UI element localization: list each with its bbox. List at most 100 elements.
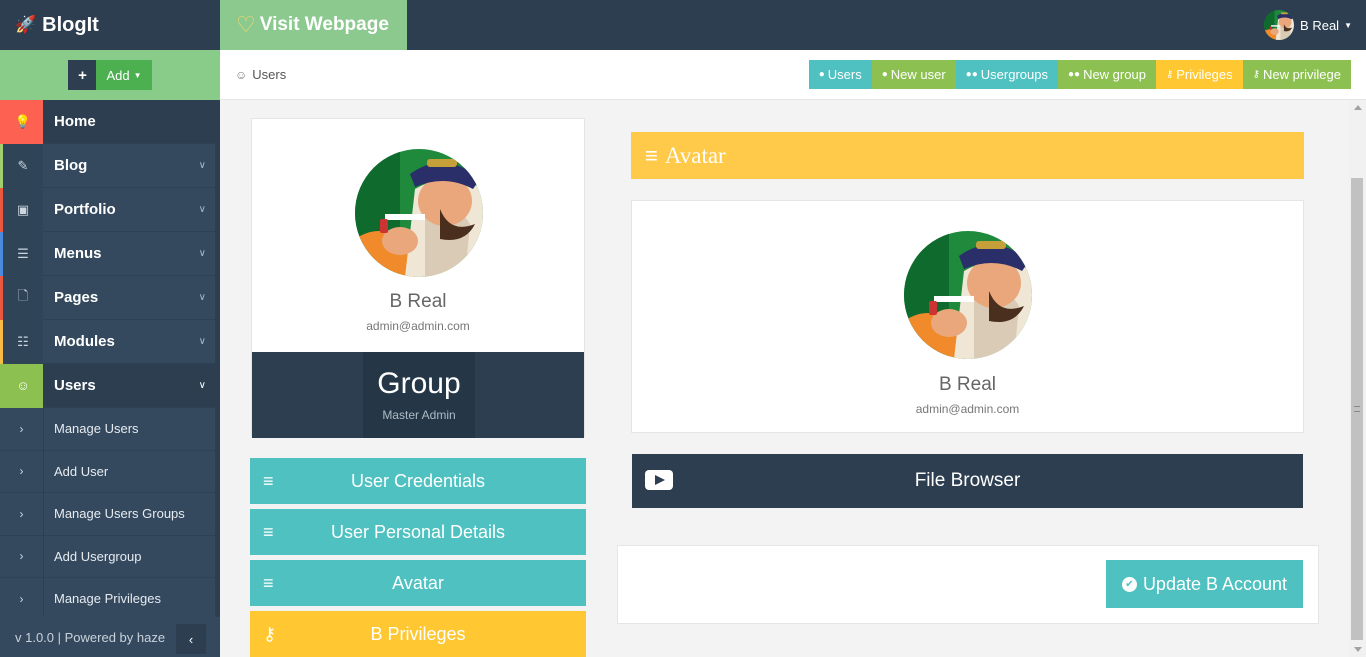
chevron-down-icon: ∨ (198, 292, 206, 303)
breadcrumb: ☺ Users (235, 67, 286, 82)
scroll-down-icon[interactable] (1354, 647, 1362, 652)
new-privilege-button[interactable]: ⚷ New privilege (1242, 60, 1351, 89)
update-card: ✔ Update B Account (617, 545, 1319, 624)
sidebar-subitem-label: Add Usergroup (54, 548, 142, 564)
briefcase-icon: ▣ (0, 187, 43, 232)
chevron-right-icon: › (19, 549, 24, 564)
sidebar-subitem-manage-users-groups[interactable]: › Manage Users Groups (0, 493, 220, 536)
sidebar-item-menus[interactable]: ☰ Menus ∨ (0, 231, 220, 276)
visit-webpage-label: Visit Webpage (259, 14, 389, 35)
avatar-email: admin@admin.com (915, 402, 1020, 416)
avatar (904, 231, 1032, 359)
sitemap-icon: ☷ (0, 319, 43, 364)
version-text: v 1.0.0 | Powered by haze (15, 629, 166, 645)
chevron-down-icon: ∨ (198, 160, 206, 171)
add-bar: + Add ▼ (0, 50, 220, 100)
sidebar-item-modules[interactable]: ☷ Modules ∨ (0, 319, 220, 364)
users-icon: ●● (1067, 69, 1081, 80)
user-credentials-label: User Credentials (350, 470, 486, 491)
sidebar: 🚀 BlogIt + Add ▼ 💡 Home ✎ Blog ∨ ▣ Portf… (0, 0, 220, 657)
sidebar-scrollbar[interactable] (215, 100, 220, 617)
sidebar-subitem-label: Manage Users Groups (54, 506, 185, 522)
file-browser-button[interactable]: File Browser (632, 454, 1303, 508)
sidebar-subitem-manage-users[interactable]: › Manage Users (0, 408, 220, 451)
new-user-button[interactable]: ● New user (871, 60, 956, 89)
users-button[interactable]: ● Users (808, 60, 872, 89)
chevron-down-icon: ∨ (198, 380, 206, 391)
usergroups-button[interactable]: ●● Usergroups (955, 60, 1058, 89)
bars-icon: ≡ (645, 142, 658, 168)
profile-name: B Real (389, 291, 447, 312)
sidebar-subitem-add-usergroup[interactable]: › Add Usergroup (0, 535, 220, 578)
group-badge: Group Master Admin (363, 352, 475, 438)
caret-down-icon: ▼ (133, 70, 142, 80)
user-menu[interactable]: B Real ▼ (1264, 10, 1352, 40)
update-account-button[interactable]: ✔ Update B Account (1106, 560, 1303, 608)
update-account-label: Update B Account (1142, 573, 1288, 594)
file-icon: 🗋 (0, 275, 43, 320)
chevron-down-icon: ∨ (198, 248, 206, 259)
sidebar-item-label: Blog (54, 157, 88, 174)
avatar (1264, 10, 1294, 40)
brand-logo[interactable]: 🚀 BlogIt (0, 0, 220, 50)
action-buttons: ● Users ● New user ●● Usergroups ●● New … (808, 60, 1351, 89)
avatar-name: B Real (938, 374, 997, 395)
brand-name: BlogIt (42, 13, 99, 36)
scroll-up-icon[interactable] (1354, 105, 1362, 110)
sidebar-item-home[interactable]: 💡 Home (0, 99, 220, 144)
new-group-button-label: New group (1083, 67, 1146, 82)
avatar-card: B Real admin@admin.com (631, 200, 1304, 433)
user-name: B Real (1300, 17, 1340, 33)
scrollbar-thumb[interactable] (1351, 178, 1363, 640)
sidebar-item-portfolio[interactable]: ▣ Portfolio ∨ (0, 187, 220, 232)
chevron-left-icon: ‹ (188, 631, 194, 647)
users-icon: ☺ (235, 67, 248, 82)
privileges-button[interactable]: ⚷ Privileges (1155, 60, 1243, 89)
collapse-sidebar-button[interactable]: ‹ (176, 624, 206, 654)
group-title: Group (377, 367, 461, 400)
sidebar-subitem-label: Manage Privileges (54, 591, 161, 607)
sidebar-item-pages[interactable]: 🗋 Pages ∨ (0, 275, 220, 320)
sidebar-item-label: Pages (54, 289, 99, 306)
sidebar-subitem-label: Manage Users (54, 421, 139, 437)
privileges-tab-button[interactable]: ⚷ B Privileges (250, 611, 586, 657)
profile-email: admin@admin.com (366, 319, 470, 333)
avatar-panel-title: Avatar (664, 142, 726, 168)
avatar-button-label: Avatar (392, 572, 444, 593)
bars-icon: ≡ (263, 471, 274, 491)
top-navbar: ♡ Visit Webpage B Real ▼ (220, 0, 1366, 50)
add-plus-button[interactable]: + (68, 60, 97, 90)
key-icon: ⚷ (263, 624, 277, 644)
user-personal-details-button[interactable]: ≡ User Personal Details (250, 509, 586, 555)
sidebar-item-label: Modules (54, 333, 115, 350)
sidebar-item-blog[interactable]: ✎ Blog ∨ (0, 143, 220, 188)
user-icon: ● (818, 69, 825, 80)
user-credentials-button[interactable]: ≡ User Credentials (250, 458, 586, 504)
new-group-button[interactable]: ●● New group (1057, 60, 1156, 89)
avatar-button[interactable]: ≡ Avatar (250, 560, 586, 606)
sidebar-item-users[interactable]: ☺ Users ∨ (0, 363, 220, 408)
sidebar-item-label: Menus (54, 245, 102, 262)
add-label: Add (106, 67, 130, 83)
add-dropdown-button[interactable]: Add ▼ (96, 60, 152, 90)
sidebar-subitem-manage-privileges[interactable]: › Manage Privileges (0, 578, 220, 621)
users-icon: ☺ (0, 363, 43, 408)
chevron-down-icon: ∨ (198, 204, 206, 215)
caret-down-icon: ▼ (1344, 20, 1352, 30)
new-user-button-label: New user (890, 67, 946, 82)
grip-icon (1354, 406, 1360, 412)
edit-icon: ✎ (0, 143, 43, 188)
sidebar-subitem-add-user[interactable]: › Add User (0, 450, 220, 493)
key-icon: ⚷ (1252, 69, 1260, 80)
avatar-panel-header: ≡ Avatar (631, 132, 1304, 179)
key-icon: ⚷ (1165, 69, 1174, 80)
usergroups-button-label: Usergroups (980, 67, 1048, 82)
chevron-down-icon: ∨ (198, 336, 206, 347)
chevron-right-icon: › (19, 506, 24, 521)
visit-webpage-button[interactable]: ♡ Visit Webpage (220, 0, 407, 50)
sidebar-item-label: Home (54, 113, 96, 130)
sidebar-item-label: Portfolio (54, 201, 116, 218)
page-scrollbar[interactable] (1349, 100, 1366, 657)
profile-card: B Real admin@admin.com Group Master Admi… (251, 118, 585, 438)
rocket-icon: 🚀 (15, 15, 37, 34)
